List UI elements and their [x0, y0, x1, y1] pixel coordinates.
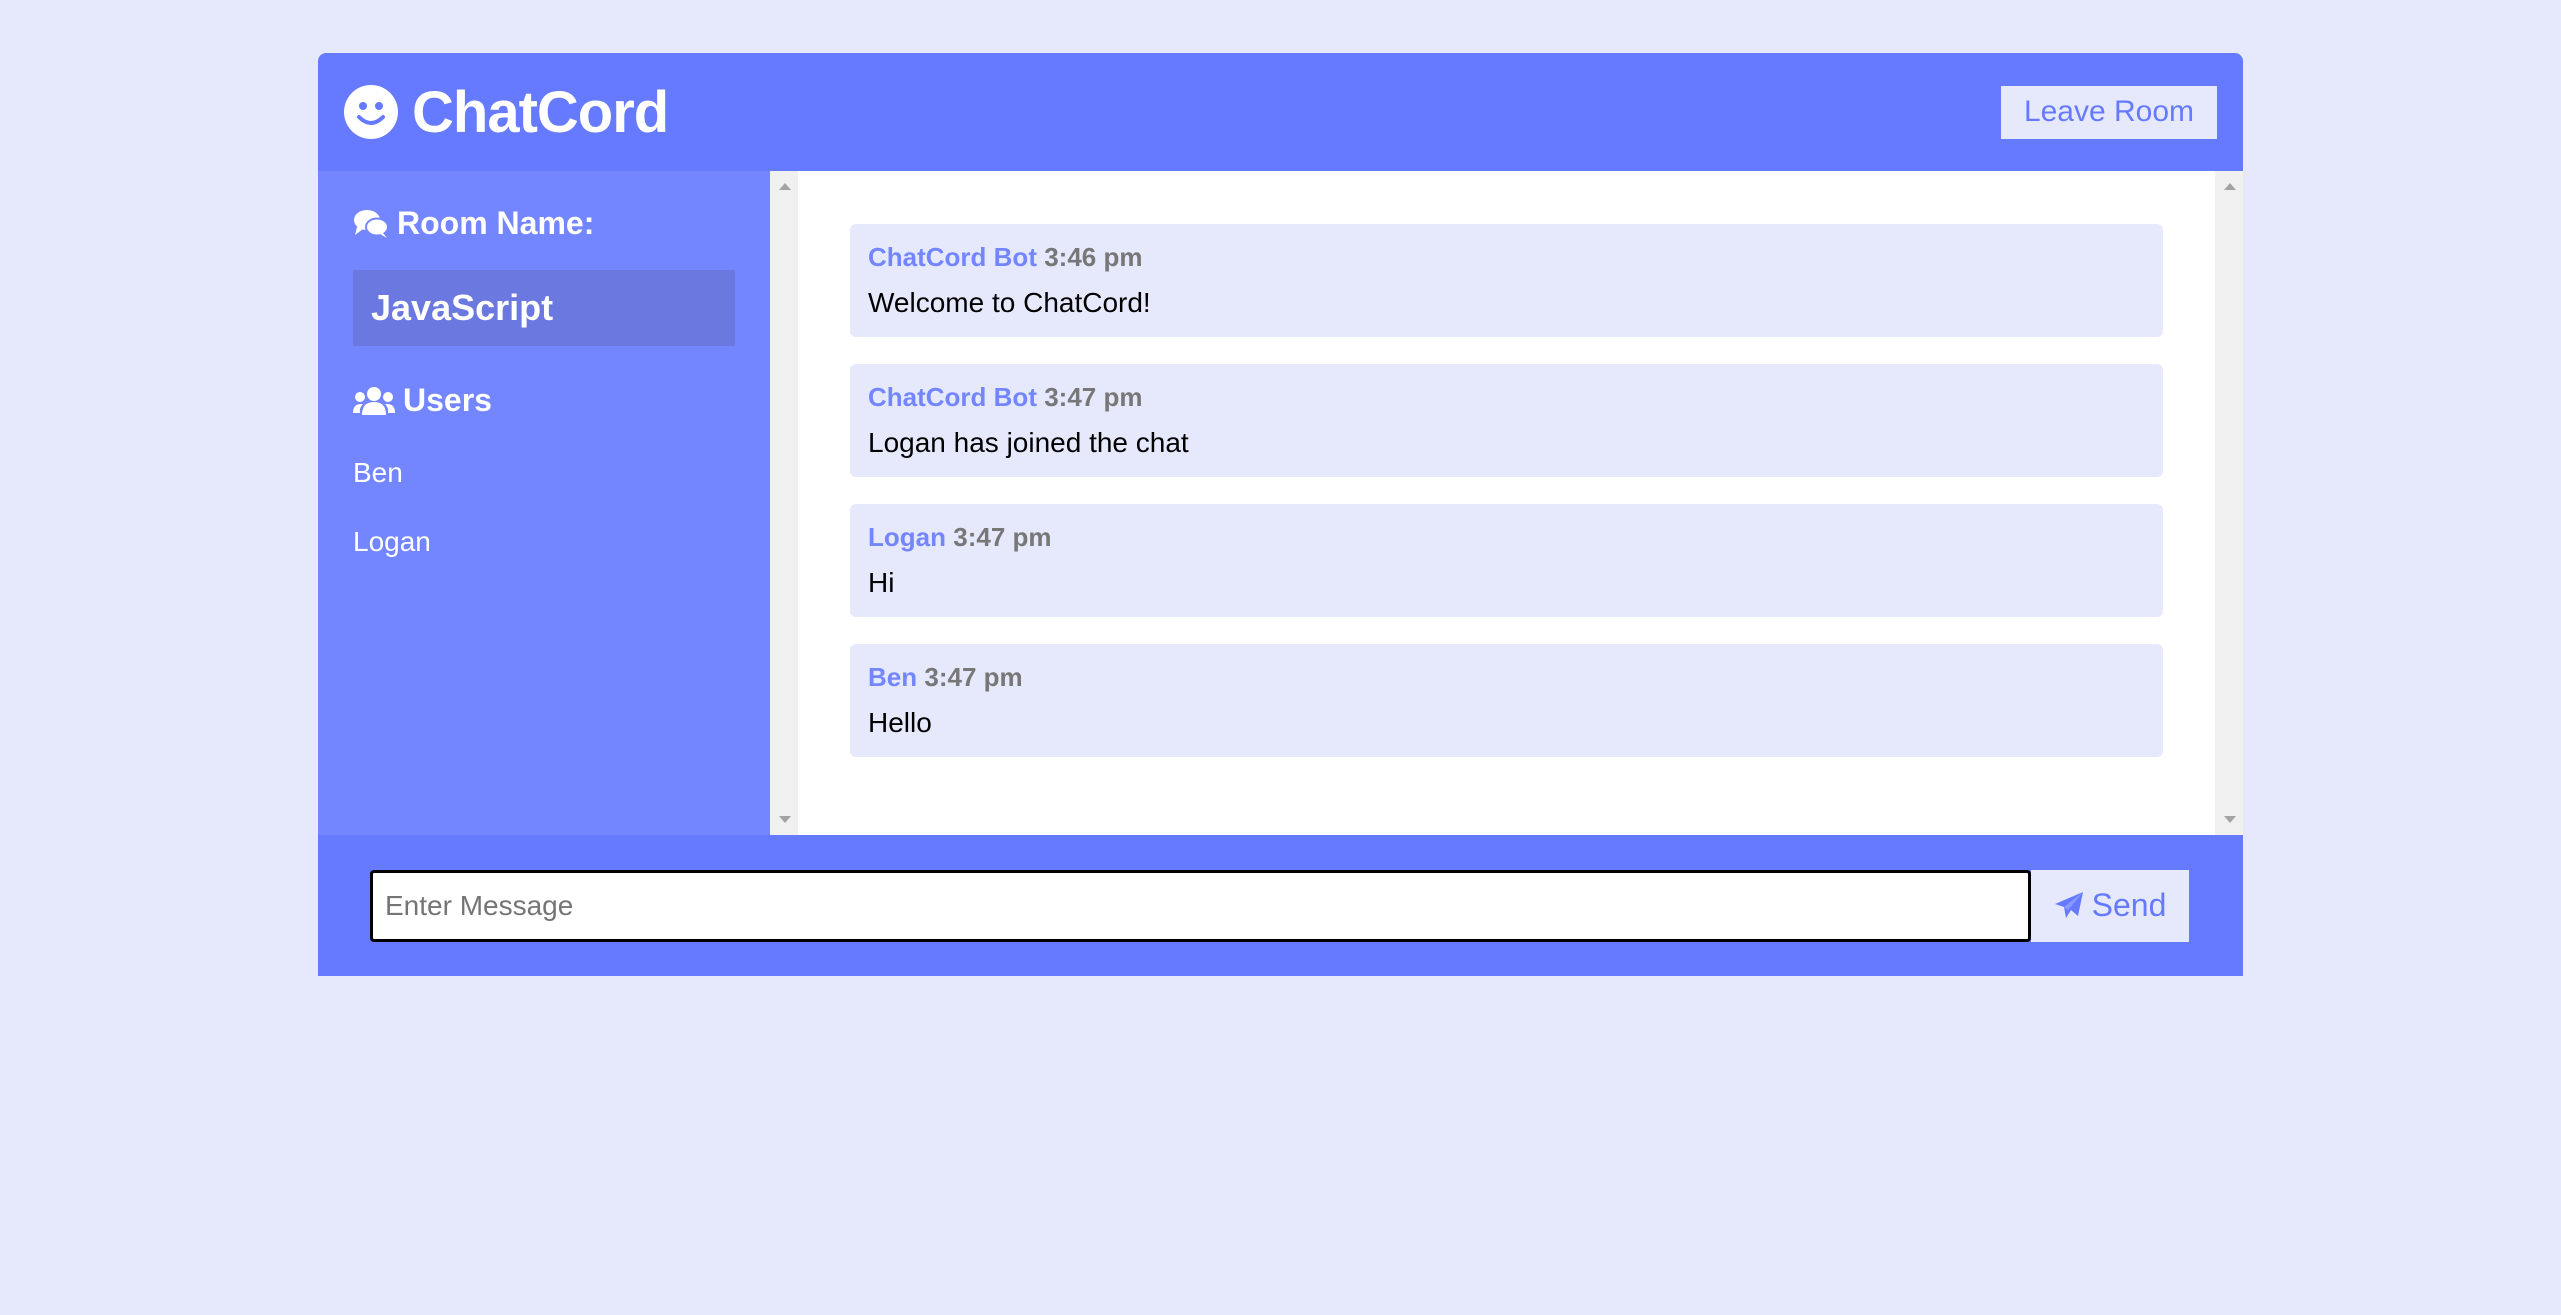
message: Logan 3:47 pm Hi	[850, 504, 2163, 617]
scroll-up-arrow[interactable]	[779, 183, 791, 190]
message-meta: Logan 3:47 pm	[868, 522, 2145, 553]
message-author: Ben	[868, 662, 918, 692]
outer-scrollbar[interactable]	[2215, 171, 2243, 835]
message-author: ChatCord Bot	[868, 382, 1037, 412]
message-meta: Ben 3:47 pm	[868, 662, 2145, 693]
users-heading: Users	[353, 382, 735, 419]
scroll-down-arrow[interactable]	[2224, 816, 2236, 823]
room-name: JavaScript	[353, 270, 735, 346]
chat-messages: ChatCord Bot 3:46 pm Welcome to ChatCord…	[798, 171, 2215, 835]
message-text: Hi	[868, 567, 895, 598]
room-heading: Room Name:	[353, 205, 735, 242]
message-time: 3:46 pm	[1044, 242, 1143, 272]
message-meta: ChatCord Bot 3:46 pm	[868, 242, 2145, 273]
paper-plane-icon	[2054, 891, 2083, 918]
message-time: 3:47 pm	[1044, 382, 1143, 412]
user-item: Logan	[353, 526, 431, 557]
leave-room-button[interactable]: Leave Room	[2001, 85, 2217, 139]
chat-main: Room Name: JavaScript Users Ben Logan Ch…	[318, 171, 2243, 835]
user-item: Ben	[353, 457, 403, 488]
user-list: Ben Logan	[353, 457, 735, 595]
message-meta: ChatCord Bot 3:47 pm	[868, 382, 2145, 413]
message: Ben 3:47 pm Hello	[850, 644, 2163, 757]
chat-header: ChatCord Leave Room	[318, 53, 2243, 171]
message: ChatCord Bot 3:46 pm Welcome to ChatCord…	[850, 224, 2163, 337]
message-time: 3:47 pm	[953, 522, 1052, 552]
room-heading-label: Room Name:	[397, 205, 595, 241]
message-author: ChatCord Bot	[868, 242, 1037, 272]
message: ChatCord Bot 3:47 pm Logan has joined th…	[850, 364, 2163, 477]
chat-form: Send	[318, 835, 2243, 976]
inner-scrollbar[interactable]	[770, 171, 798, 835]
send-label: Send	[2091, 887, 2167, 923]
message-input[interactable]	[370, 869, 2031, 942]
scroll-down-arrow[interactable]	[779, 816, 791, 823]
chat-container: ChatCord Leave Room Room Name: JavaScrip…	[318, 53, 2243, 976]
messages-area: ChatCord Bot 3:46 pm Welcome to ChatCord…	[770, 171, 2243, 835]
brand: ChatCord	[344, 79, 669, 146]
message-text: Logan has joined the chat	[868, 427, 1189, 458]
message-text: Hello	[868, 707, 932, 738]
users-heading-label: Users	[403, 382, 492, 418]
sidebar: Room Name: JavaScript Users Ben Logan	[318, 171, 770, 835]
send-button[interactable]: Send	[2031, 869, 2189, 942]
comments-icon	[354, 209, 389, 238]
message-author: Logan	[868, 522, 946, 552]
users-icon	[353, 386, 395, 415]
app-title: ChatCord	[412, 79, 669, 145]
message-text: Welcome to ChatCord!	[868, 287, 1151, 318]
message-time: 3:47 pm	[924, 662, 1023, 692]
smile-icon	[344, 85, 398, 139]
scroll-up-arrow[interactable]	[2224, 183, 2236, 190]
